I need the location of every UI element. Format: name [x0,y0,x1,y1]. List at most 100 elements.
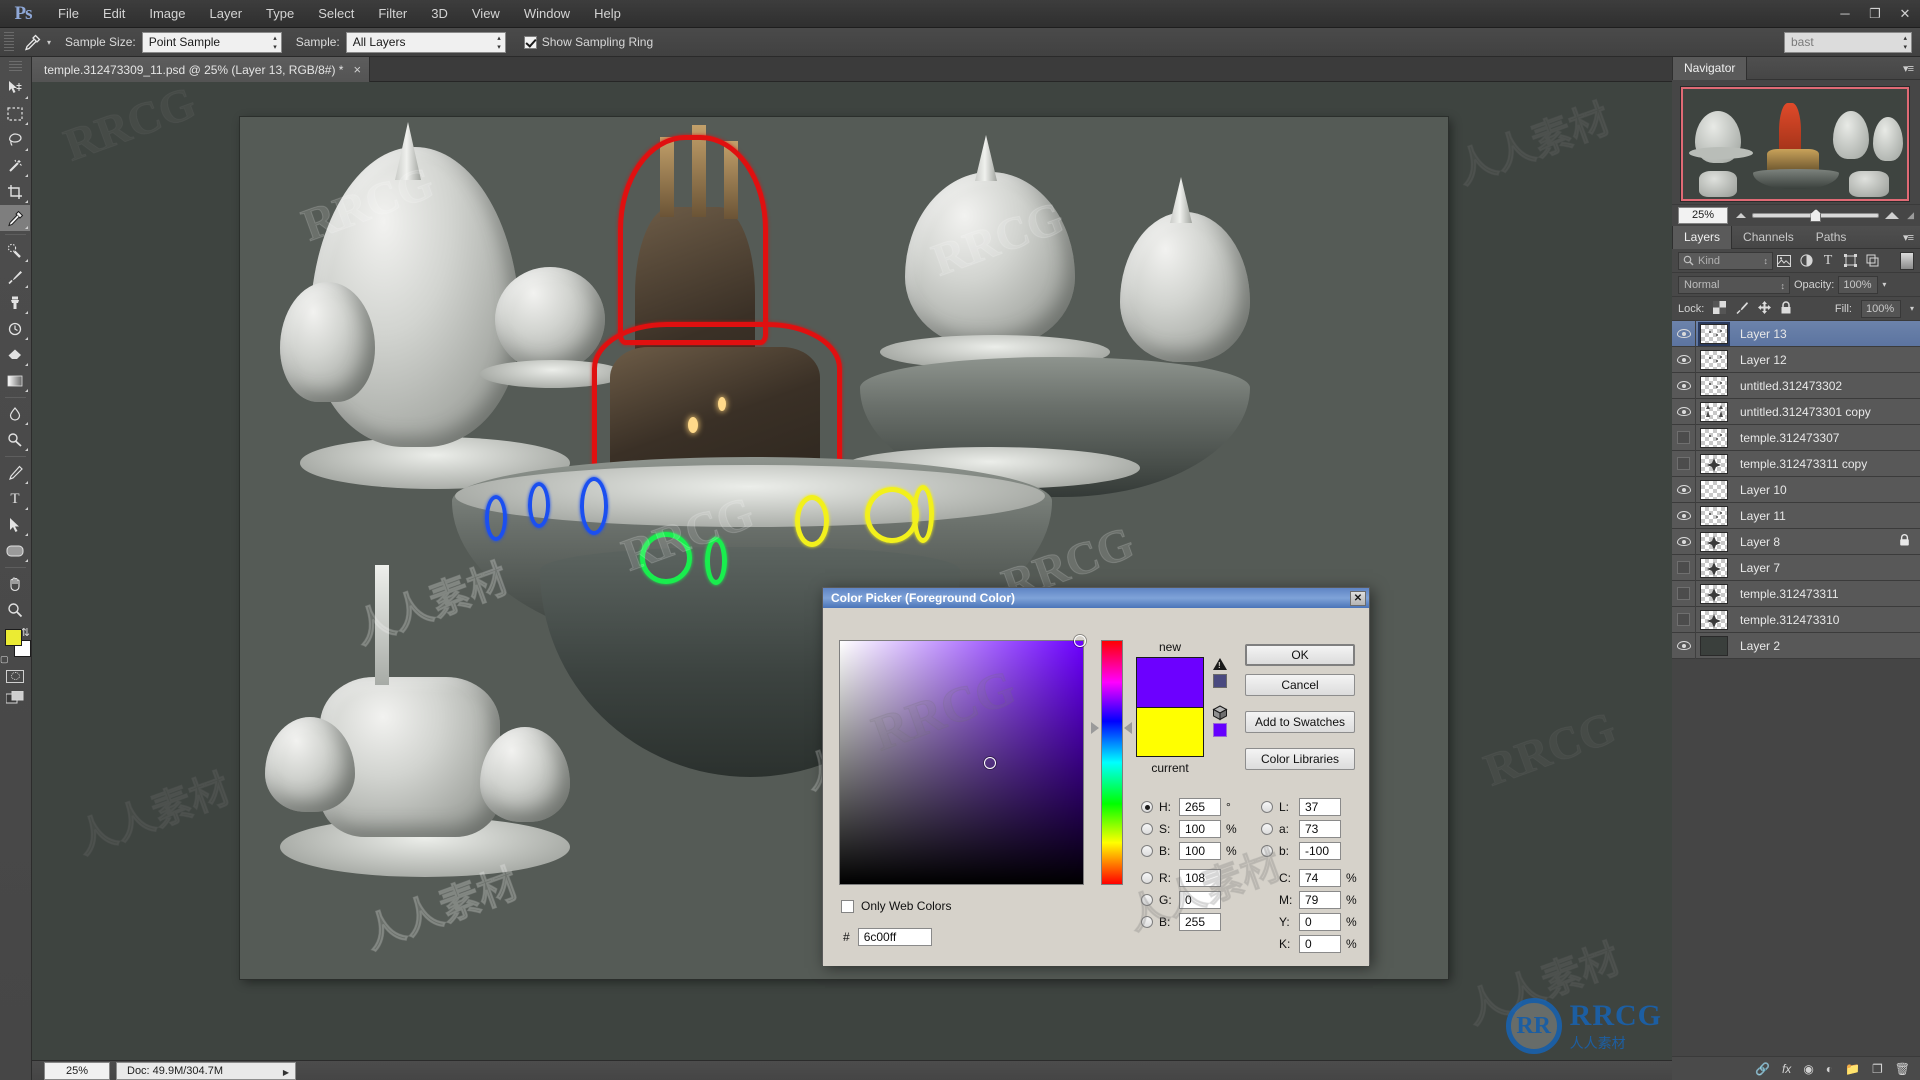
layer-row[interactable]: untitled.312473302 [1672,372,1920,399]
menu-select[interactable]: Select [306,0,366,28]
panel-resize-grip[interactable]: ◢ [1907,210,1914,221]
fill-field[interactable]: 100% [1860,299,1901,318]
layer-row[interactable]: Layer 12 [1672,346,1920,373]
tab-paths[interactable]: Paths [1805,226,1858,249]
magic-wand-tool[interactable] [0,153,30,179]
brightness-radio[interactable] [1141,845,1153,857]
opacity-chevron-down-icon[interactable]: ▾ [1882,280,1886,289]
adjustment-layer-icon[interactable]: ◐ [1826,1062,1833,1076]
black-input[interactable]: 0 [1299,935,1341,953]
eyedropper-tool[interactable] [0,205,30,231]
layer-row[interactable]: Layer 8 [1672,528,1920,555]
layer-thumbnail-cell[interactable] [1696,557,1732,578]
layer-list[interactable]: Layer 13 Layer 12 untitled.312473302 untitl… [1672,320,1920,659]
eraser-tool[interactable] [0,342,30,368]
layers-panel-menu-icon[interactable]: ▾≡ [1903,231,1914,244]
layer-row[interactable]: temple.312473311 copy [1672,450,1920,477]
layer-row[interactable]: Layer 13 [1672,320,1920,347]
hue-input[interactable]: 265 [1179,798,1221,816]
color-picker-close-icon[interactable]: ✕ [1350,590,1366,606]
swap-colors-icon[interactable]: ⇅ [21,626,30,639]
eyedropper-icon[interactable] [19,32,45,53]
layer-row[interactable]: temple.312473307 [1672,424,1920,451]
navigator-thumbnail[interactable] [1680,86,1910,202]
navigator-zoom-field[interactable]: 25% [1678,207,1728,224]
tab-layers[interactable]: Layers [1672,225,1733,249]
lab-l-input[interactable]: 37 [1299,798,1341,816]
color-picker-dialog[interactable]: Color Picker (Foreground Color) ✕ RRCG n… [822,587,1370,966]
cancel-button[interactable]: Cancel [1245,674,1355,696]
workspace-select[interactable]: bast [1784,31,1912,53]
sample-size-select[interactable]: Point Sample [141,31,282,53]
lasso-tool[interactable] [0,127,30,153]
close-icon[interactable]: ✕ [1890,0,1920,28]
magenta-input[interactable]: 79 [1299,891,1341,909]
move-tool[interactable] [0,75,30,101]
history-brush-tool[interactable] [0,316,30,342]
menu-filter[interactable]: Filter [366,0,419,28]
layer-thumbnail-cell[interactable] [1696,479,1732,500]
add-to-swatches-button[interactable]: Add to Swatches [1245,711,1355,733]
rectangular-marquee-tool[interactable] [0,101,30,127]
opacity-field[interactable]: 100% [1838,275,1879,294]
pen-tool[interactable] [0,460,30,486]
red-radio[interactable] [1141,872,1153,884]
lab-l-radio[interactable] [1261,801,1273,813]
image-filter-icon[interactable] [1773,251,1795,271]
type-filter-icon[interactable]: T [1817,251,1839,271]
layer-visibility-eye-icon[interactable] [1672,528,1696,555]
lab-b-input[interactable]: -100 [1299,842,1341,860]
new-layer-icon[interactable]: ❐ [1872,1062,1883,1076]
lock-image-icon[interactable] [1735,301,1749,317]
blur-tool[interactable] [0,401,30,427]
layer-visibility-empty-icon[interactable] [1672,554,1696,581]
horizontal-type-tool[interactable]: T [0,486,30,512]
brightness-input[interactable]: 100 [1179,842,1221,860]
document-info[interactable]: Doc: 49.9M/304.7M [116,1061,296,1080]
navigator-zoom-slider[interactable] [1736,209,1900,222]
layer-thumbnail-cell[interactable] [1696,609,1732,630]
delete-layer-icon[interactable]: 🗑 [1895,1062,1910,1076]
green-radio[interactable] [1141,894,1153,906]
layer-visibility-eye-icon[interactable] [1672,398,1696,425]
layer-visibility-empty-icon[interactable] [1672,580,1696,607]
smartobject-filter-icon[interactable] [1861,251,1883,271]
menu-edit[interactable]: Edit [91,0,137,28]
green-input[interactable]: 0 [1179,891,1221,909]
layer-visibility-empty-icon[interactable] [1672,424,1696,451]
layer-thumbnail-cell[interactable] [1696,635,1732,656]
hue-slider-arrow-left[interactable] [1091,722,1099,734]
color-libraries-button[interactable]: Color Libraries [1245,748,1355,770]
layer-thumbnail-cell[interactable] [1696,349,1732,370]
sample-select[interactable]: All Layers [345,31,506,53]
layer-visibility-eye-icon[interactable] [1672,372,1696,399]
saturation-brightness-field[interactable]: RRCG [839,635,1086,885]
menu-file[interactable]: File [46,0,91,28]
default-colors-icon[interactable]: ▢ [0,654,9,665]
path-selection-tool[interactable] [0,512,30,538]
cyan-input[interactable]: 74 [1299,869,1341,887]
rounded-rectangle-tool[interactable] [0,538,30,564]
adjustment-filter-icon[interactable] [1795,251,1817,271]
foreground-color-swatch[interactable] [5,629,22,646]
menu-type[interactable]: Type [254,0,306,28]
maximize-icon[interactable]: ❐ [1860,0,1890,28]
layer-row[interactable]: Layer 7 [1672,554,1920,581]
menu-help[interactable]: Help [582,0,633,28]
toolbox-grip[interactable] [9,61,22,71]
web-safe-warning-icon[interactable] [1212,705,1228,721]
layer-visibility-eye-icon[interactable] [1672,346,1696,373]
shape-filter-icon[interactable] [1839,251,1861,271]
out-of-gamut-swatch[interactable] [1212,673,1228,689]
hue-slider-arrow-right[interactable] [1124,722,1132,734]
saturation-input[interactable]: 100 [1179,820,1221,838]
layer-row[interactable]: Layer 11 [1672,502,1920,529]
zoom-level-field[interactable]: 25% [44,1061,110,1080]
navigator-view-box[interactable] [1681,87,1909,201]
layer-thumbnail-cell[interactable] [1696,321,1732,346]
yellow-input[interactable]: 0 [1299,913,1341,931]
layer-thumbnail-cell[interactable] [1696,505,1732,526]
layer-thumbnail-cell[interactable] [1696,375,1732,396]
minimize-icon[interactable]: ─ [1830,0,1860,28]
gradient-tool[interactable] [0,368,30,394]
